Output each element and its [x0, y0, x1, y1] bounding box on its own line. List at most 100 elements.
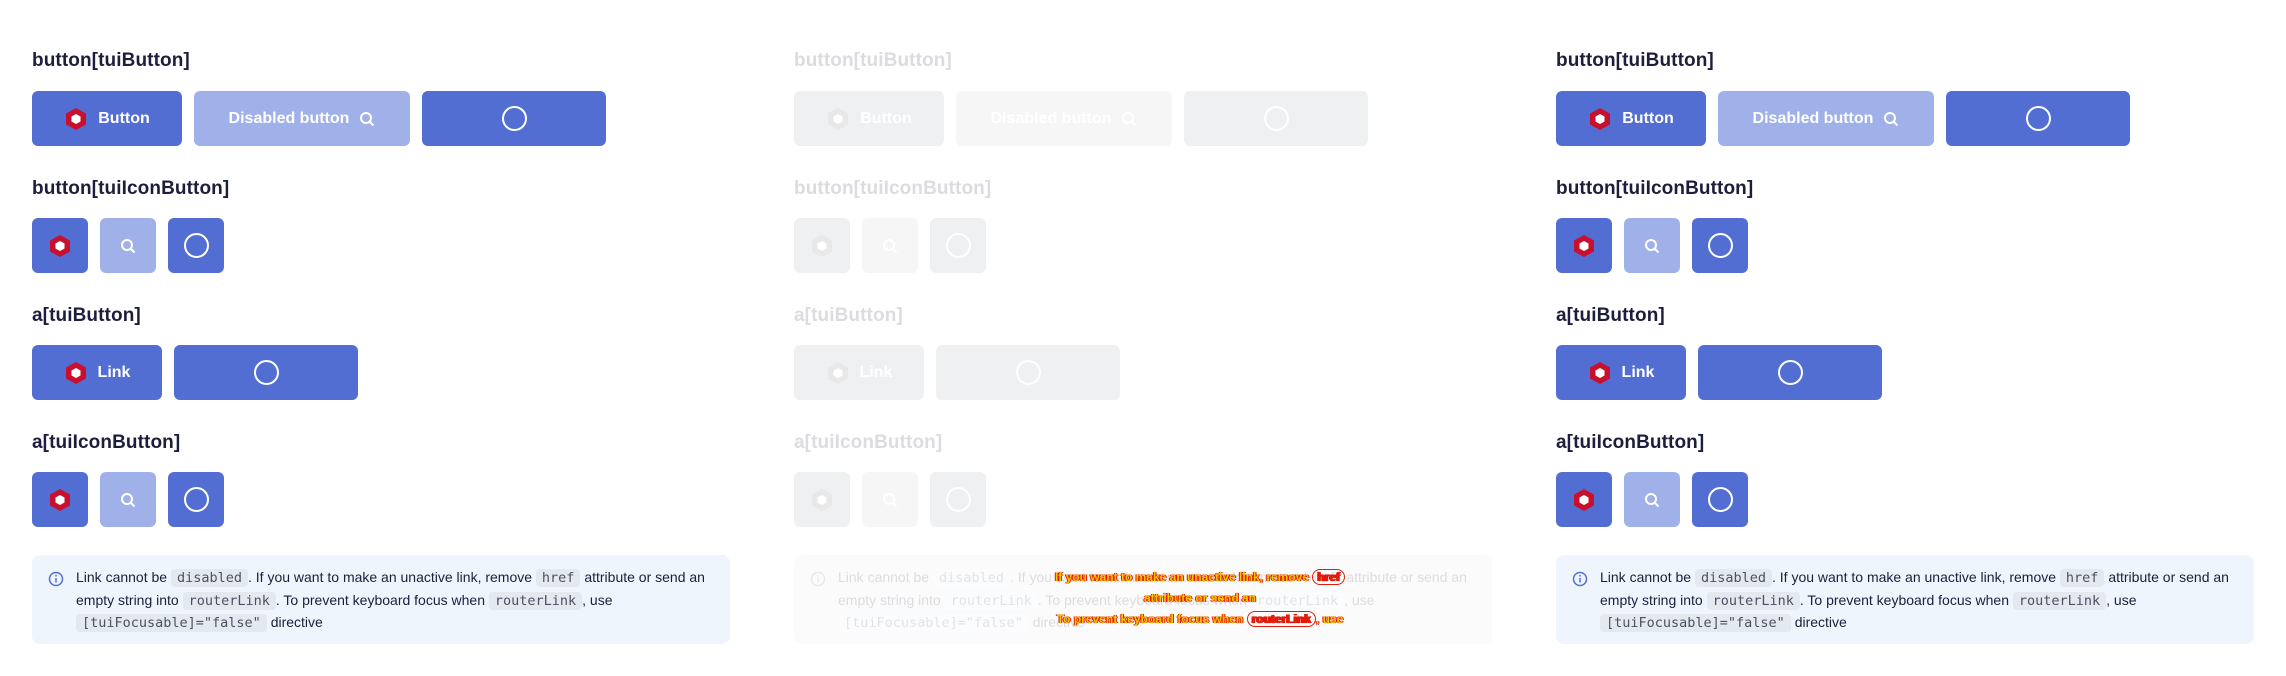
loading-button[interactable]	[422, 91, 606, 146]
circle-icon	[253, 360, 279, 385]
section-heading-button-tuibutton: button[tuiButton]	[1556, 50, 1714, 71]
info-icon	[48, 571, 64, 587]
hexagon-logo-icon	[827, 361, 848, 384]
hexagon-logo-icon	[65, 361, 86, 384]
link-label: Link	[859, 363, 893, 381]
panel-disabled: button[tuiButton] Button Disabled button…	[762, 0, 1524, 676]
info-icon	[1572, 571, 1588, 587]
search-icon	[883, 238, 898, 253]
circle-icon	[183, 487, 209, 512]
circle-icon	[1777, 360, 1803, 385]
button-row: Button Disabled button	[794, 91, 1368, 146]
icon-button-logo[interactable]	[32, 218, 88, 273]
link-icon-button-search	[862, 472, 918, 527]
link-icon-button-loading[interactable]	[1692, 472, 1748, 527]
icon-button-row	[794, 218, 986, 273]
button-row: Button Disabled button	[32, 91, 606, 146]
overlay-line-1: If you want to make an unactive link, re…	[1050, 567, 1350, 609]
section-heading-button-tuiiconbutton: button[tuiIconButton]	[794, 178, 992, 199]
link-loading-button[interactable]	[1698, 345, 1882, 400]
icon-button-search-disabled[interactable]	[1624, 218, 1680, 273]
search-icon	[360, 111, 375, 126]
code-routerlink: routerLink	[182, 591, 276, 610]
section-heading-a-tuibutton: a[tuiButton]	[32, 305, 141, 326]
code-href: href	[535, 569, 581, 587]
icon-button-row	[32, 218, 224, 273]
circle-icon	[183, 233, 209, 258]
search-icon	[121, 492, 136, 507]
button-label: Button	[860, 109, 912, 127]
disabled-button[interactable]: Disabled button	[1718, 91, 1934, 146]
button-label: Button	[98, 109, 150, 127]
hexagon-logo-icon	[50, 488, 70, 511]
link-row: Link	[32, 345, 358, 400]
section-heading-button-tuibutton: button[tuiButton]	[32, 50, 190, 71]
hexagon-logo-icon	[1590, 107, 1611, 130]
panel-normal-copy: button[tuiButton] Button Disabled button…	[1524, 0, 2286, 676]
notice-text: Link cannot be disabled. If you want to …	[1600, 569, 2229, 632]
link-icon-button-logo[interactable]	[1556, 472, 1612, 527]
code-href: href	[2059, 569, 2105, 587]
primary-button[interactable]: Button	[32, 91, 182, 146]
panel-normal: button[tuiButton] Button Disabled button…	[0, 0, 762, 676]
link-icon-button-loading	[930, 472, 986, 527]
loading-button[interactable]	[1946, 91, 2130, 146]
loading-button	[1184, 91, 1368, 146]
code-tuifocusable: [tuiFocusable]="false"	[838, 614, 1029, 632]
section-heading-a-tuibutton: a[tuiButton]	[794, 305, 903, 326]
icon-button-loading[interactable]	[168, 218, 224, 273]
circle-icon	[1707, 487, 1733, 512]
link-loading-button	[936, 345, 1120, 400]
info-icon	[810, 571, 826, 587]
code-disabled: disabled	[932, 569, 1010, 587]
code-routerlink: routerLink	[2012, 591, 2107, 610]
code-tuifocusable: [tuiFocusable]="false"	[76, 614, 267, 632]
search-icon	[1122, 111, 1137, 126]
icon-button-search-disabled	[862, 218, 918, 273]
circle-icon	[2025, 106, 2051, 131]
code-tuifocusable: [tuiFocusable]="false"	[1600, 614, 1791, 632]
link-button[interactable]: Link	[1556, 345, 1686, 400]
disabled-button-label: Disabled button	[1752, 109, 1874, 127]
icon-button-loading[interactable]	[1692, 218, 1748, 273]
link-icon-row	[794, 472, 986, 527]
icon-button-row	[1556, 218, 1748, 273]
disabled-button: Disabled button	[956, 91, 1172, 146]
button-label: Button	[1622, 109, 1674, 127]
diff-overlay-text: If you want to make an unactive link, re…	[1050, 567, 1350, 630]
section-heading-button-tuibutton: button[tuiButton]	[794, 50, 952, 71]
primary-button: Button	[794, 91, 944, 146]
code-routerlink: routerLink	[1706, 591, 1800, 610]
search-icon	[1645, 492, 1660, 507]
disabled-button-label: Disabled button	[228, 109, 350, 127]
link-icon-button-logo[interactable]	[32, 472, 88, 527]
primary-button[interactable]: Button	[1556, 91, 1706, 146]
search-icon	[1645, 238, 1660, 253]
link-icon-row	[1556, 472, 1748, 527]
disabled-button[interactable]: Disabled button	[194, 91, 410, 146]
disabled-button-label: Disabled button	[990, 109, 1112, 127]
section-heading-a-tuiiconbutton: a[tuiIconButton]	[794, 432, 943, 453]
link-label: Link	[97, 363, 131, 381]
link-icon-button-search[interactable]	[1624, 472, 1680, 527]
link-loading-button[interactable]	[174, 345, 358, 400]
section-heading-a-tuiiconbutton: a[tuiIconButton]	[32, 432, 181, 453]
link-button: Link	[794, 345, 924, 400]
circle-icon	[1015, 360, 1041, 385]
search-icon	[1884, 111, 1899, 126]
hexagon-logo-icon	[66, 107, 87, 130]
icon-button-search-disabled[interactable]	[100, 218, 156, 273]
icon-button-loading	[930, 218, 986, 273]
info-notice: Link cannot be disabled. If you want to …	[32, 555, 730, 644]
link-icon-button-logo	[794, 472, 850, 527]
button-row: Button Disabled button	[1556, 91, 2130, 146]
code-routerlink: routerLink	[944, 591, 1038, 610]
link-icon-button-loading[interactable]	[168, 472, 224, 527]
circle-icon	[501, 106, 527, 131]
circle-icon	[1263, 106, 1289, 131]
link-row: Link	[1556, 345, 1882, 400]
link-icon-button-search[interactable]	[100, 472, 156, 527]
hexagon-logo-icon	[828, 107, 849, 130]
icon-button-logo[interactable]	[1556, 218, 1612, 273]
link-button[interactable]: Link	[32, 345, 162, 400]
